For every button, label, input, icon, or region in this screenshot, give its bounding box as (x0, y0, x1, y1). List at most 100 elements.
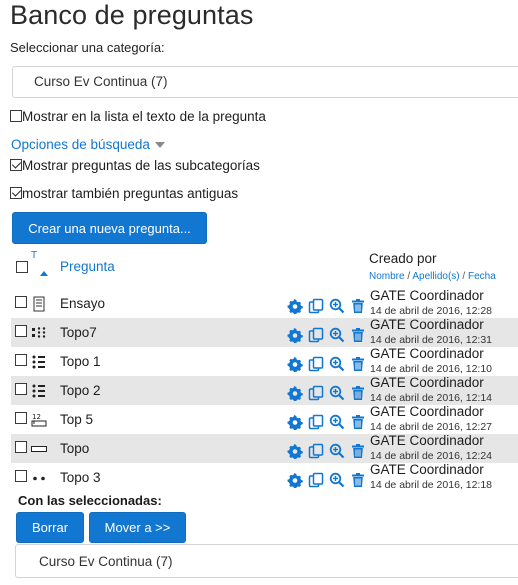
gear-icon[interactable] (287, 414, 303, 431)
show-text-label: Mostrar en la lista el texto de la pregu… (22, 109, 266, 124)
show-subcategories-label: Mostrar preguntas de las subcategorías (22, 158, 260, 173)
creator-name: GATE Coordinador (370, 404, 484, 419)
row-actions (287, 443, 366, 460)
duplicate-icon[interactable] (308, 385, 324, 401)
show-old-checkbox[interactable] (10, 187, 22, 199)
trash-icon[interactable] (350, 414, 366, 430)
show-old-label: mostrar también preguntas antiguas (22, 186, 239, 201)
preview-zoom-icon[interactable] (329, 356, 345, 372)
preview-zoom-icon[interactable] (329, 385, 345, 401)
sort-surname-link[interactable]: Apellido(s) (412, 271, 459, 282)
sort-name-link[interactable]: Nombre (369, 271, 405, 282)
question-name: Topo7 (60, 325, 97, 340)
duplicate-icon[interactable] (308, 298, 324, 314)
duplicate-icon[interactable] (308, 443, 324, 459)
create-question-button[interactable]: Crear una nueva pregunta... (12, 212, 207, 244)
trash-icon[interactable] (350, 356, 366, 372)
row-checkbox[interactable] (15, 296, 27, 308)
shortanswer-icon (31, 441, 47, 455)
row-checkbox[interactable] (15, 383, 27, 395)
show-old-option: mostrar también preguntas antiguas (10, 186, 238, 201)
gear-icon[interactable] (287, 472, 303, 489)
preview-zoom-icon[interactable] (329, 414, 345, 430)
creator-name: GATE Coordinador (370, 375, 484, 390)
question-name: Ensayo (60, 296, 106, 311)
duplicate-icon[interactable] (308, 414, 324, 430)
gear-icon[interactable] (287, 356, 303, 373)
show-subcategories-option: Mostrar preguntas de las subcategorías (10, 158, 260, 173)
question-name: Topo 1 (60, 354, 101, 369)
row-checkbox[interactable] (15, 470, 27, 482)
row-checkbox[interactable] (15, 441, 27, 453)
trash-icon[interactable] (350, 472, 366, 488)
preview-zoom-icon[interactable] (329, 298, 345, 314)
table-row: Topo7 GATE Coordinador 14 de abril de 20… (11, 317, 518, 347)
gear-icon[interactable] (287, 298, 303, 315)
creator-name: GATE Coordinador (370, 433, 484, 448)
truefalse-icon (31, 470, 47, 484)
essay-icon (31, 296, 47, 312)
row-actions (287, 356, 366, 373)
question-name: Topo 3 (60, 470, 101, 485)
gear-icon[interactable] (287, 443, 303, 460)
trash-icon[interactable] (350, 443, 366, 459)
sort-date-link[interactable]: Fecha (468, 271, 496, 282)
gear-icon[interactable] (287, 327, 303, 344)
preview-zoom-icon[interactable] (329, 472, 345, 488)
page-title: Banco de preguntas (10, 0, 254, 30)
multichoice-icon (31, 354, 47, 369)
table-row: Ensayo GATE Coordinador 14 de abril de 2… (11, 288, 518, 318)
trash-icon[interactable] (350, 298, 366, 314)
preview-zoom-icon[interactable] (329, 327, 345, 343)
matching-icon (31, 325, 47, 339)
with-selected-label: Con las seleccionadas: (18, 493, 162, 508)
row-checkbox[interactable] (15, 325, 27, 337)
duplicate-icon[interactable] (308, 356, 324, 372)
row-actions (287, 327, 366, 344)
question-name: Top 5 (60, 412, 94, 427)
gear-icon[interactable] (287, 385, 303, 402)
show-subcategories-checkbox[interactable] (10, 159, 22, 171)
duplicate-icon[interactable] (308, 327, 324, 343)
question-name: Topo (60, 441, 90, 456)
column-question-header[interactable]: Pregunta (60, 259, 115, 274)
creator-name: GATE Coordinador (370, 288, 484, 303)
created-date: 14 de abril de 2016, 12:31 (370, 334, 493, 346)
question-name: Topo 2 (60, 383, 101, 398)
creator-name: GATE Coordinador (370, 462, 484, 477)
multichoice-icon (31, 383, 47, 398)
duplicate-icon[interactable] (308, 472, 324, 488)
svg-text:12: 12 (32, 413, 41, 421)
trash-icon[interactable] (350, 385, 366, 401)
creator-name: GATE Coordinador (370, 317, 484, 332)
move-target-select[interactable]: Curso Ev Continua (7) (15, 544, 518, 578)
row-checkbox[interactable] (15, 412, 27, 424)
category-select[interactable]: Curso Ev Continua (7) (12, 66, 518, 98)
created-date: 14 de abril de 2016, 12:28 (370, 305, 493, 317)
created-date: 14 de abril de 2016, 12:14 (370, 392, 493, 404)
numerical-icon: 12 (31, 412, 47, 427)
table-row: Topo GATE Coordinador 14 de abril de 201… (11, 433, 518, 463)
trash-icon[interactable] (350, 327, 366, 343)
row-checkbox[interactable] (15, 354, 27, 366)
category-label: Seleccionar una categoría: (10, 40, 165, 55)
sort-asc-icon (40, 271, 48, 276)
sort-type-link[interactable]: T (31, 250, 37, 261)
show-text-checkbox[interactable] (10, 110, 22, 122)
created-date: 14 de abril de 2016, 12:10 (370, 363, 493, 375)
move-to-button[interactable]: Mover a >> (89, 512, 186, 543)
preview-zoom-icon[interactable] (329, 443, 345, 459)
row-actions (287, 298, 366, 315)
table-row: 12 Top 5 GATE Coordinador 14 de abril de… (11, 404, 518, 434)
search-options-toggle[interactable]: Opciones de búsqueda (11, 137, 165, 152)
table-row: Topo 2 GATE Coordinador 14 de abril de 2… (11, 375, 518, 405)
row-actions (287, 385, 366, 402)
search-options-label: Opciones de búsqueda (11, 137, 150, 152)
show-text-option: Mostrar en la lista el texto de la pregu… (10, 109, 266, 124)
created-date: 14 de abril de 2016, 12:24 (370, 450, 493, 462)
created-sort-links: Nombre / Apellido(s) / Fecha (369, 271, 496, 282)
table-row: Topo 1 GATE Coordinador 14 de abril de 2… (11, 346, 518, 376)
row-actions (287, 472, 366, 489)
select-all-checkbox[interactable] (16, 261, 28, 273)
delete-button[interactable]: Borrar (16, 512, 84, 543)
